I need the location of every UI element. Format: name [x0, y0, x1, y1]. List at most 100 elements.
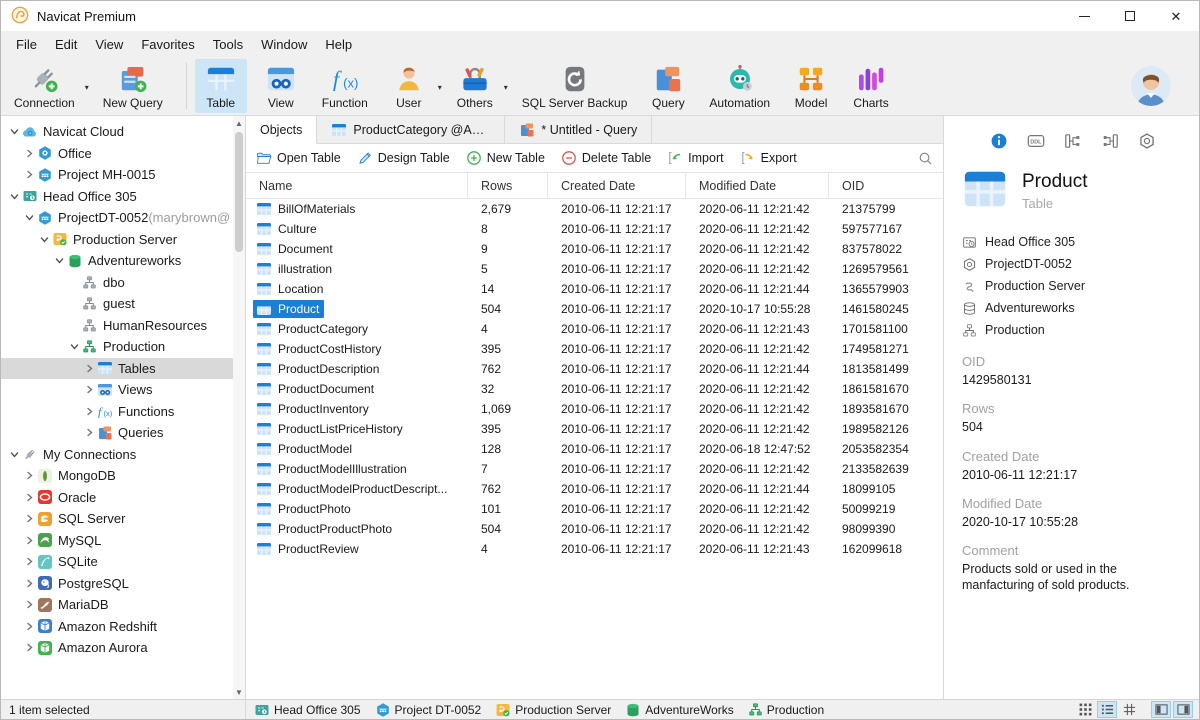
sidebar-scrollbar[interactable]: ▲ ▼: [233, 116, 245, 699]
column-header-created-date[interactable]: Created Date: [548, 173, 686, 198]
tab-productcategory-adventu[interactable]: ProductCategory @Adventu...: [317, 116, 506, 143]
breadcrumb-production[interactable]: Production: [748, 702, 824, 717]
table-row-productdocument[interactable]: ProductDocument 32 2010-06-11 12:21:17 2020…: [246, 379, 943, 399]
sidebar-item-views[interactable]: Views: [1, 379, 234, 401]
chevron-right-icon[interactable]: [22, 170, 36, 179]
details-tab-usedby[interactable]: [1062, 130, 1084, 152]
toolbar-connection-button[interactable]: Connection: [7, 59, 82, 113]
design-table-button[interactable]: Design Table: [357, 150, 450, 166]
chevron-right-icon[interactable]: [22, 643, 36, 652]
chevron-right-icon[interactable]: [22, 622, 36, 631]
toggle-right-panel-button[interactable]: [1173, 701, 1193, 718]
sidebar-item-project-mh-0015[interactable]: Project MH-0015: [1, 164, 234, 186]
table-row-productmodelillustration[interactable]: ProductModelIllustration 7 2010-06-11 12:2…: [246, 459, 943, 479]
sidebar-item-mysql[interactable]: MySQL: [1, 530, 234, 552]
list-view-button[interactable]: [1097, 701, 1117, 718]
table-row-productproductphoto[interactable]: ProductProductPhoto 504 2010-06-11 12:21:1…: [246, 519, 943, 539]
details-tab-ddl[interactable]: DDL: [1025, 130, 1047, 152]
maximize-button[interactable]: [1107, 1, 1153, 31]
sidebar-item-office[interactable]: Office: [1, 143, 234, 165]
chevron-right-icon[interactable]: [22, 600, 36, 609]
close-button[interactable]: ✕: [1153, 1, 1199, 31]
table-row-document[interactable]: Document 9 2010-06-11 12:21:17 2020-06-11 1…: [246, 239, 943, 259]
toggle-left-panel-button[interactable]: [1151, 701, 1171, 718]
menu-tools[interactable]: Tools: [204, 34, 252, 55]
details-tab-info[interactable]: [988, 130, 1010, 152]
details-tab-relation[interactable]: [1099, 130, 1121, 152]
dropdown-caret-icon[interactable]: ▾: [504, 83, 508, 92]
sidebar-item-sqlite[interactable]: SQLite: [1, 551, 234, 573]
open-table-button[interactable]: Open Table: [256, 150, 341, 166]
sidebar-item-dbo[interactable]: dbo: [1, 272, 234, 294]
import-button[interactable]: Import: [667, 150, 724, 166]
tab-untitled-query[interactable]: * Untitled - Query: [505, 116, 653, 143]
sidebar-item-queries[interactable]: Queries: [1, 422, 234, 444]
sidebar-item-postgresql[interactable]: PostgreSQL: [1, 573, 234, 595]
toolbar-new-query-button[interactable]: New Query: [96, 59, 170, 113]
chevron-right-icon[interactable]: [22, 557, 36, 566]
sidebar-item-guest[interactable]: guest: [1, 293, 234, 315]
chevron-down-icon[interactable]: [7, 127, 21, 136]
table-row-productlistpricehistory[interactable]: ProductListPriceHistory 395 2010-06-11 12:…: [246, 419, 943, 439]
table-row-productreview[interactable]: ProductReview 4 2010-06-11 12:21:17 2020-06…: [246, 539, 943, 559]
chevron-right-icon[interactable]: [22, 149, 36, 158]
chevron-down-icon[interactable]: [67, 342, 81, 351]
chevron-right-icon[interactable]: [22, 579, 36, 588]
menu-edit[interactable]: Edit: [46, 34, 86, 55]
search-button[interactable]: [918, 151, 933, 166]
chevron-right-icon[interactable]: [82, 407, 96, 416]
chevron-down-icon[interactable]: [37, 235, 51, 244]
dropdown-caret-icon[interactable]: ▾: [438, 83, 442, 92]
chevron-right-icon[interactable]: [82, 385, 96, 394]
sidebar-item-my-connections[interactable]: My Connections: [1, 444, 234, 466]
chevron-down-icon[interactable]: [7, 450, 21, 459]
chevron-down-icon[interactable]: [22, 213, 36, 222]
scroll-down-icon[interactable]: ▼: [233, 685, 245, 699]
column-header-modified-date[interactable]: Modified Date: [686, 173, 829, 198]
chevron-right-icon[interactable]: [22, 536, 36, 545]
export-button[interactable]: Export: [740, 150, 797, 166]
chevron-right-icon[interactable]: [22, 514, 36, 523]
user-avatar[interactable]: [1131, 66, 1171, 106]
dropdown-caret-icon[interactable]: ▾: [85, 83, 89, 92]
chevron-right-icon[interactable]: [82, 428, 96, 437]
grid-view-button[interactable]: [1075, 701, 1095, 718]
chevron-right-icon[interactable]: [22, 471, 36, 480]
table-row-productcategory[interactable]: ProductCategory 4 2010-06-11 12:21:17 2020-…: [246, 319, 943, 339]
toolbar-query-button[interactable]: Query: [642, 59, 694, 113]
table-row-billofmaterials[interactable]: BillOfMaterials 2,679 2010-06-11 12:21:17 2…: [246, 199, 943, 219]
column-header-name[interactable]: Name: [246, 173, 468, 198]
toolbar-others-button[interactable]: Others: [449, 59, 501, 113]
chevron-down-icon[interactable]: [52, 256, 66, 265]
menu-window[interactable]: Window: [252, 34, 316, 55]
menu-view[interactable]: View: [86, 34, 132, 55]
table-row-productinventory[interactable]: ProductInventory 1,069 2010-06-11 12:21:17…: [246, 399, 943, 419]
toolbar-view-button[interactable]: View: [255, 59, 307, 113]
table-row-product[interactable]: Product 504 2010-06-11 12:21:17 2020-10-17 …: [246, 299, 943, 319]
sidebar-item-projectdt-0052[interactable]: ProjectDT-0052 (marybrown@: [1, 207, 234, 229]
detail-view-button[interactable]: [1119, 701, 1139, 718]
menu-file[interactable]: File: [7, 34, 46, 55]
sidebar-item-functions[interactable]: f (x) Functions: [1, 401, 234, 423]
table-row-productphoto[interactable]: ProductPhoto 101 2010-06-11 12:21:17 2020-0…: [246, 499, 943, 519]
table-row-location[interactable]: Location 14 2010-06-11 12:21:17 2020-06-11 …: [246, 279, 943, 299]
breadcrumb-production-server[interactable]: Production Server: [495, 702, 611, 718]
sidebar-item-navicat-cloud[interactable]: Navicat Cloud: [1, 121, 234, 143]
chevron-right-icon[interactable]: [22, 493, 36, 502]
sidebar-item-oracle[interactable]: Oracle: [1, 487, 234, 509]
column-header-oid[interactable]: OID: [829, 173, 943, 198]
delete-table-button[interactable]: Delete Table: [561, 150, 651, 166]
breadcrumb-adventureworks[interactable]: AdventureWorks: [625, 702, 734, 718]
tab-objects[interactable]: Objects: [246, 116, 318, 144]
minimize-button[interactable]: [1061, 1, 1107, 31]
sidebar-item-production-server[interactable]: Production Server: [1, 229, 234, 251]
scrollbar-thumb[interactable]: [235, 132, 243, 252]
toolbar-function-button[interactable]: f (x) Function: [315, 59, 375, 113]
column-header-rows[interactable]: Rows: [468, 173, 548, 198]
table-row-culture[interactable]: Culture 8 2010-06-11 12:21:17 2020-06-11 12…: [246, 219, 943, 239]
table-row-productcosthistory[interactable]: ProductCostHistory 395 2010-06-11 12:21:17…: [246, 339, 943, 359]
new-table-button[interactable]: New Table: [466, 150, 545, 166]
toolbar-user-button[interactable]: User: [383, 59, 435, 113]
toolbar-model-button[interactable]: Model: [785, 59, 837, 113]
breadcrumb-head-office-305[interactable]: Head Office 305: [254, 702, 361, 718]
